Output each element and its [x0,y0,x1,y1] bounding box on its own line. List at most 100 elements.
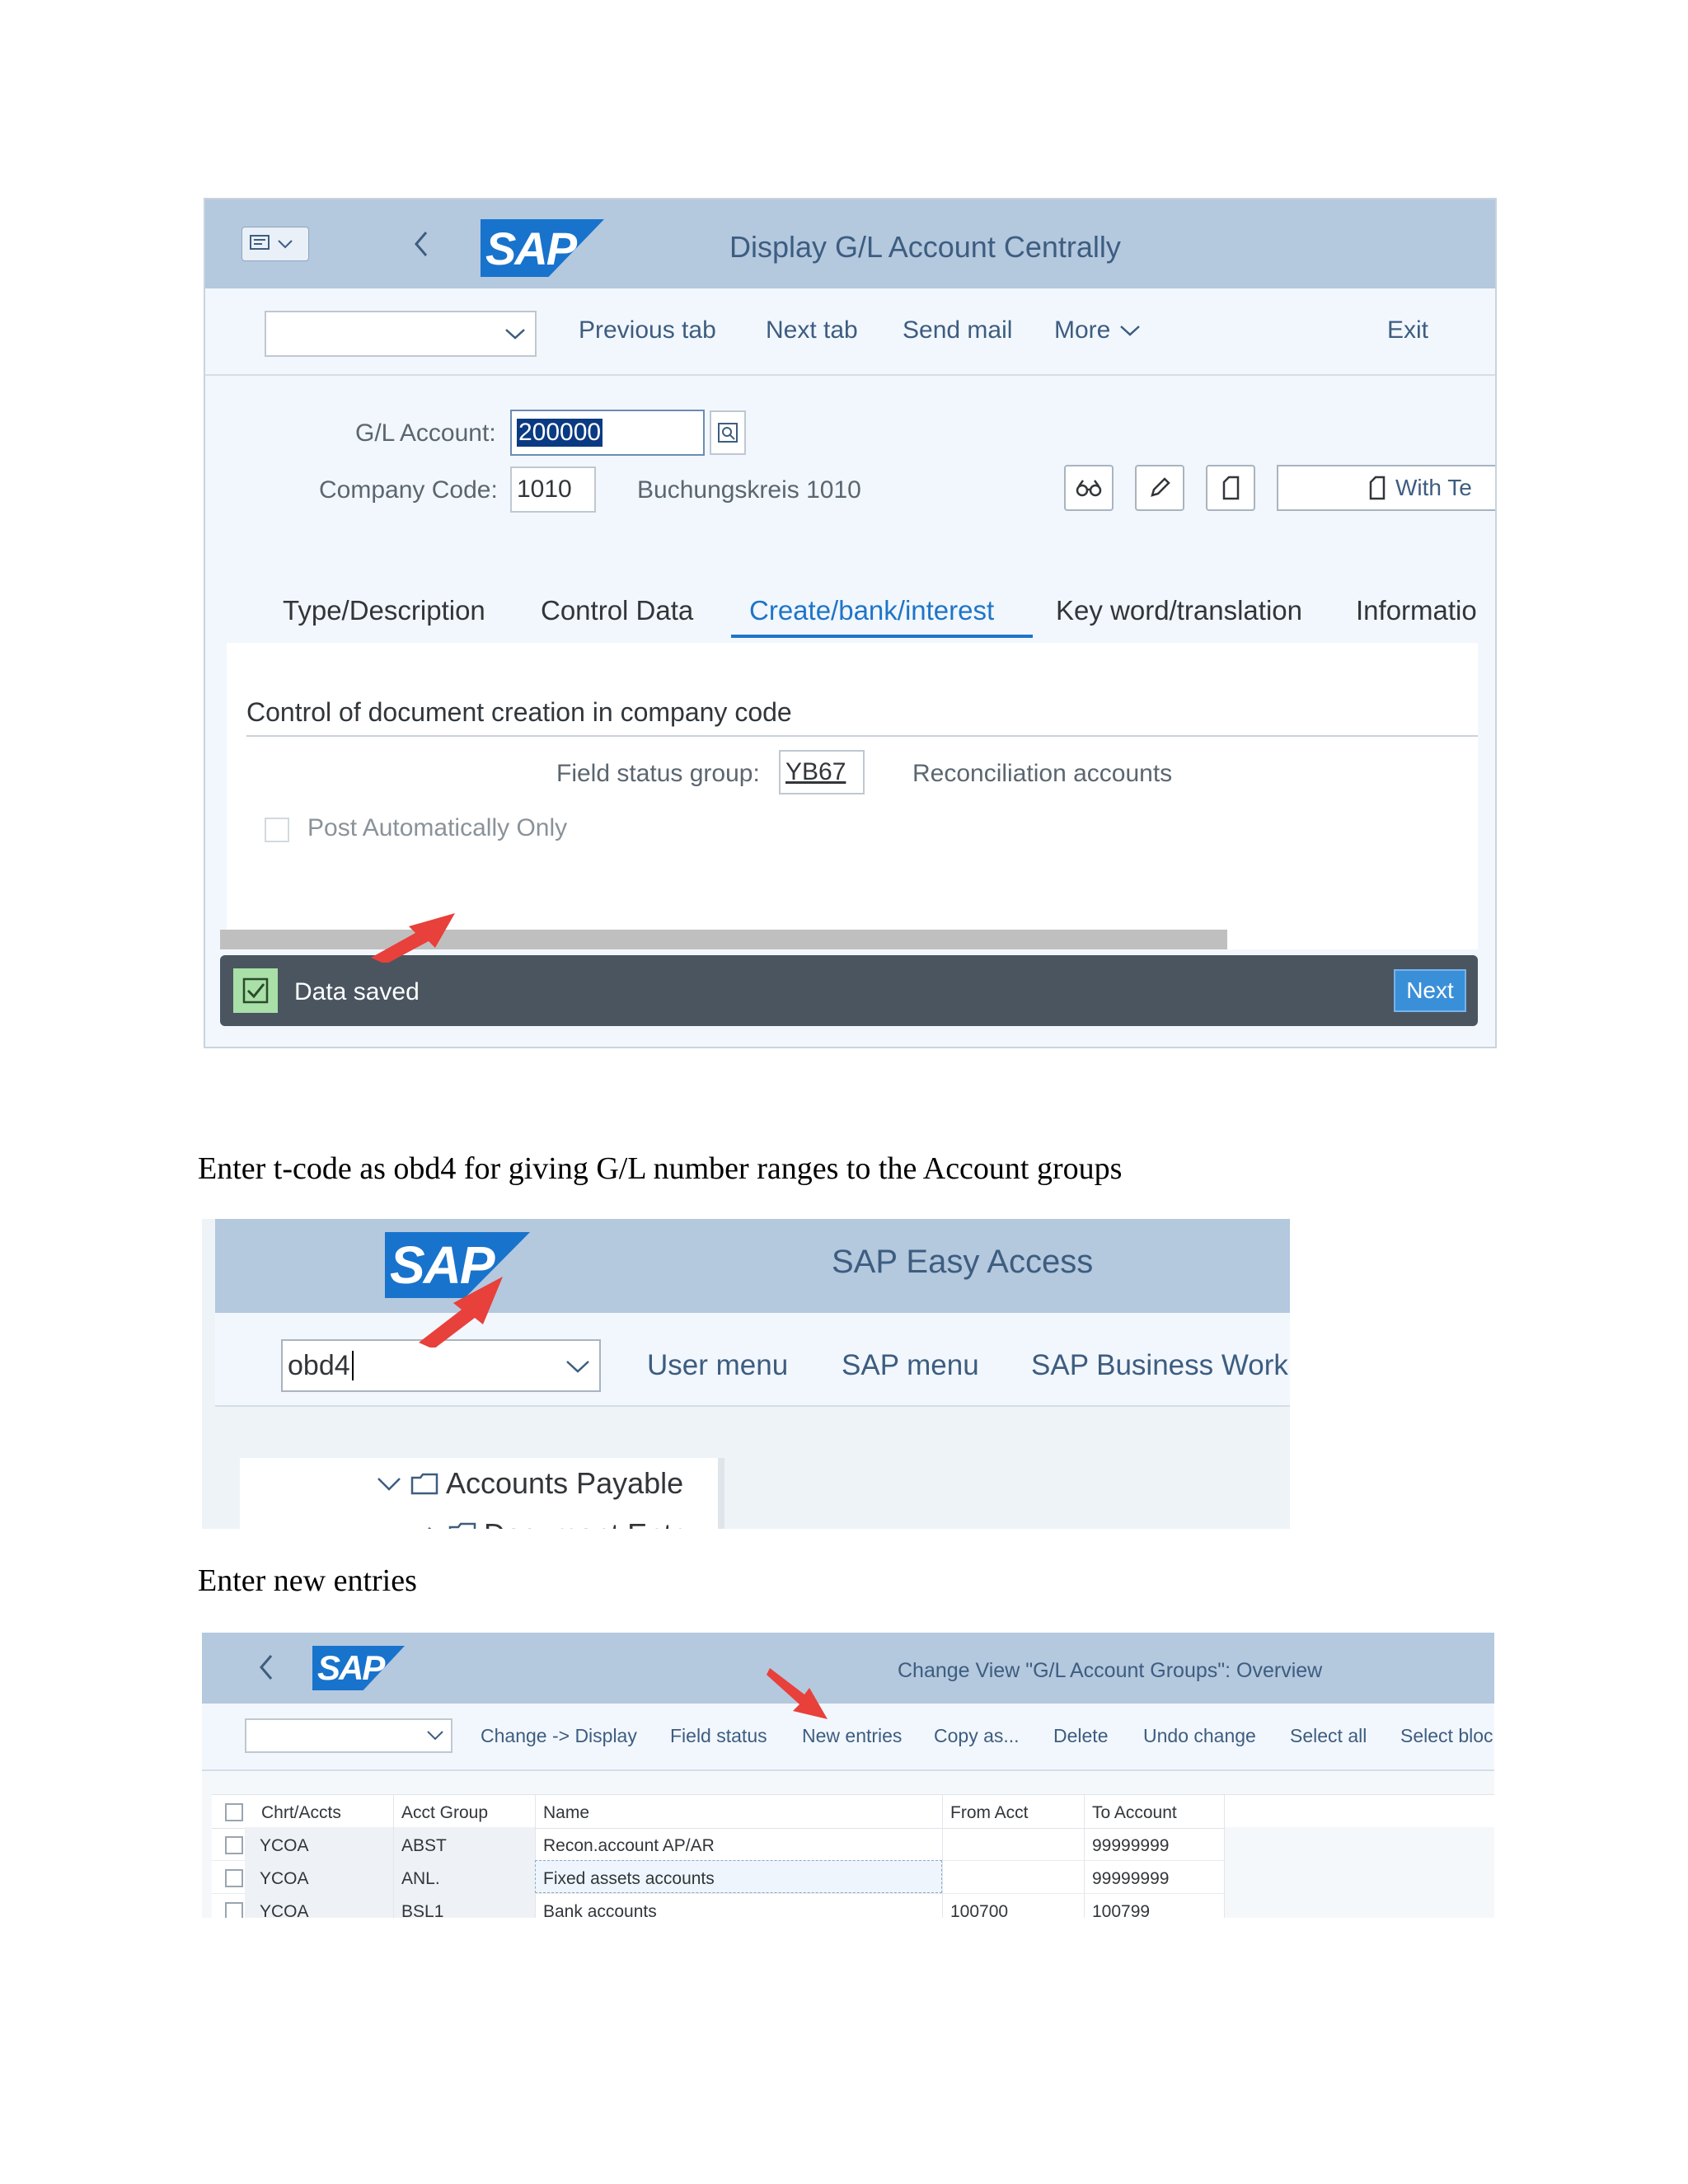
display-button[interactable] [1064,465,1114,511]
cell-acct-group: BSL1 [401,1902,444,1918]
instruction-text-2: Enter new entries [198,1563,417,1598]
text-cursor [351,1351,354,1380]
cell-to-account[interactable]: 99999999 [1092,1869,1169,1889]
checkbox-success-icon [242,977,269,1004]
gl-account-label: G/L Account: [355,419,496,447]
field-status-button[interactable]: Field status [670,1725,767,1747]
toolbar-select[interactable] [245,1718,452,1753]
next-tab-button[interactable]: Next tab [766,316,858,344]
select-block-button[interactable]: Select bloc [1400,1725,1493,1747]
command-value: obd4 [288,1349,350,1381]
table-empty-area [1225,1827,1494,1918]
chevron-down-icon [505,329,525,340]
cell-to-account[interactable]: 100799 [1092,1902,1150,1918]
sap-menu-link[interactable]: SAP menu [842,1349,979,1382]
row-checkbox[interactable] [225,1869,243,1887]
with-template-button[interactable]: With Te [1277,465,1495,511]
company-code-input[interactable]: 1010 [510,466,596,513]
screenshot-easy-access: SAP SAP Easy Access obd4 User menu SAP m… [202,1219,1290,1529]
column-header-acct-group[interactable]: Acct Group [401,1803,488,1823]
tab-type-description[interactable]: Type/Description [283,595,485,626]
post-auto-checkbox[interactable] [265,818,289,842]
cell-acct-group: ABST [401,1836,447,1855]
folder-open-icon [410,1473,438,1495]
with-template-label: With Te [1395,475,1472,500]
next-button[interactable]: Next [1394,969,1466,1012]
cell-to-account[interactable]: 99999999 [1092,1836,1169,1856]
row-checkbox[interactable] [225,1902,243,1918]
menu-icon [250,235,293,250]
exit-button[interactable]: Exit [1387,316,1428,344]
shell-bar [215,1219,1290,1313]
select-all-checkbox[interactable] [225,1803,243,1821]
red-arrow-icon [767,1668,828,1719]
delete-button[interactable]: Delete [1053,1725,1108,1747]
sap-business-workplace-link[interactable]: SAP Business Work [1031,1349,1288,1382]
column-header-to-account[interactable]: To Account [1092,1803,1177,1823]
back-icon[interactable] [410,226,434,262]
column-header-chart[interactable]: Chrt/Accts [261,1803,341,1823]
cell-name[interactable]: Fixed assets accounts [543,1869,715,1889]
chevron-down-icon [427,1731,443,1741]
send-mail-button[interactable]: Send mail [903,316,1012,344]
red-arrow-icon [419,1277,503,1347]
user-menu-link[interactable]: User menu [647,1349,788,1382]
chevron-down-icon [566,1361,589,1373]
folder-icon [448,1522,476,1529]
cell-name[interactable]: Bank accounts [543,1902,657,1918]
field-status-label: Field status group: [556,760,760,787]
pencil-icon [1151,477,1170,497]
post-auto-label: Post Automatically Only [307,814,568,841]
cell-chart: YCOA [260,1869,309,1888]
company-name: Buchungskreis 1010 [637,476,861,504]
gl-account-input[interactable]: 200000 [510,410,705,456]
field-status-input[interactable]: YB67 [779,750,865,794]
screenshot-account-groups: SAP Change View "G/L Account Groups": Ov… [202,1633,1494,1918]
tree-item-label: Document Entry [484,1517,696,1529]
tab-create-bank-interest[interactable]: Create/bank/interest [749,595,994,626]
tree-item-accounts-payable[interactable]: Accounts Payable [375,1466,683,1501]
previous-tab-button[interactable]: Previous tab [579,316,716,344]
menu-button[interactable] [241,227,309,261]
page-title: SAP Easy Access [832,1244,1094,1280]
value-help-icon [718,423,738,443]
message-text: Data saved [294,978,420,1005]
cell-chart: YCOA [260,1902,309,1918]
cell-name[interactable]: Recon.account AP/AR [543,1836,715,1856]
page-title: Change View "G/L Account Groups": Overvi… [898,1659,1323,1682]
undo-change-button[interactable]: Undo change [1143,1725,1256,1747]
red-arrow-icon [371,913,455,963]
tree-item-label: Accounts Payable [446,1466,684,1500]
select-all-button[interactable]: Select all [1290,1725,1367,1747]
cell-from-acct[interactable]: 100700 [950,1902,1008,1918]
value-help-button[interactable] [710,410,746,455]
chevron-down-icon [1120,326,1141,336]
document-icon [1222,476,1240,500]
toolbar-divider [205,374,1495,376]
tree-item-document-entry[interactable]: Document Entry [424,1517,696,1529]
glasses-icon [1076,480,1102,497]
toolbar-select[interactable] [265,311,537,357]
cell-acct-group: ANL. [401,1869,440,1888]
active-tab-indicator [731,635,1033,638]
column-header-from-acct[interactable]: From Acct [950,1803,1029,1823]
row-checkbox[interactable] [225,1836,243,1854]
tab-control-data[interactable]: Control Data [541,595,693,626]
tab-keyword-translation[interactable]: Key word/translation [1056,595,1302,626]
company-code-label: Company Code: [319,476,498,504]
tab-information[interactable]: Informatio [1356,595,1477,626]
more-label: More [1054,316,1111,344]
new-entries-button[interactable]: New entries [802,1725,902,1747]
copy-as-button[interactable]: Copy as... [934,1725,1020,1747]
create-button[interactable] [1206,465,1255,511]
column-header-name[interactable]: Name [543,1803,589,1823]
chevron-down-icon [377,1478,401,1491]
edit-button[interactable] [1135,465,1184,511]
section-divider [246,735,1478,737]
section-title: Control of document creation in company … [246,697,792,727]
more-button[interactable]: More [1054,316,1142,344]
success-icon-box [233,968,278,1013]
back-icon[interactable] [256,1651,276,1684]
change-display-button[interactable]: Change -> Display [481,1725,637,1747]
field-status-description: Reconciliation accounts [912,760,1173,787]
